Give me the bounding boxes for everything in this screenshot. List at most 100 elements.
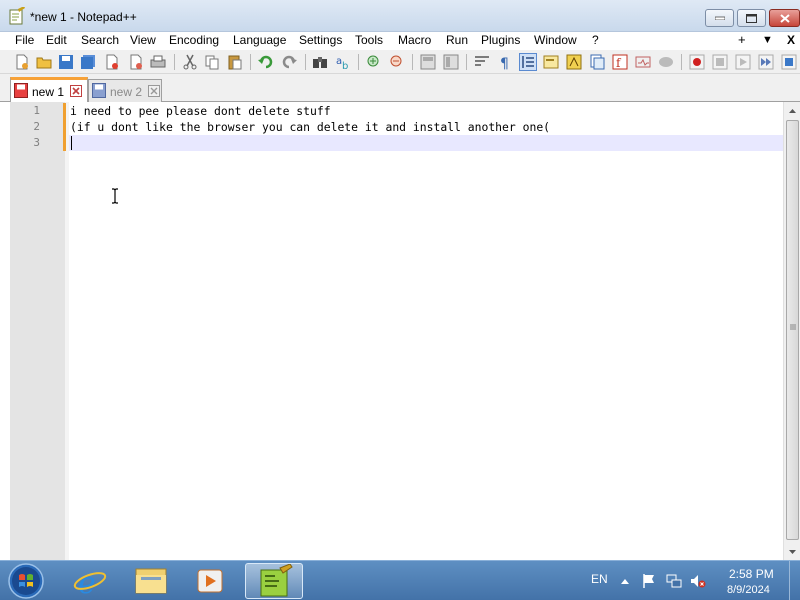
macro-run-multiple-icon[interactable] — [758, 54, 774, 70]
menu-plugins[interactable]: Plugins — [481, 33, 520, 47]
change-history-marker — [63, 135, 66, 151]
toolbar-separator — [681, 54, 682, 70]
arrow-down-icon — [789, 549, 796, 554]
menu-encoding[interactable]: Encoding — [169, 33, 219, 47]
close-tab-icon[interactable] — [70, 85, 82, 97]
svg-text:e: e — [78, 566, 96, 599]
show-all-characters-icon[interactable]: ¶ — [497, 54, 513, 70]
menu-file[interactable]: File — [15, 33, 34, 47]
redo-icon[interactable] — [281, 54, 297, 70]
paste-icon[interactable] — [227, 54, 243, 70]
toolbar-separator — [174, 54, 175, 70]
scroll-up-button[interactable] — [784, 102, 800, 119]
menu-run[interactable]: Run — [446, 33, 468, 47]
print-icon[interactable] — [150, 54, 166, 70]
menu-settings[interactable]: Settings — [299, 33, 342, 47]
macro-record-icon[interactable] — [689, 54, 705, 70]
sync-horizontal-icon[interactable] — [443, 54, 459, 70]
replace-icon[interactable]: ab — [335, 54, 351, 70]
undo-icon[interactable] — [258, 54, 274, 70]
text-editor[interactable]: 1 2 3 i need to pee please dont delete s… — [10, 102, 800, 560]
code-line[interactable]: (if u dont like the browser you can dele… — [70, 119, 550, 135]
network-icon[interactable] — [666, 573, 682, 589]
tab-label: new 2 — [110, 85, 143, 99]
monitoring-icon[interactable] — [635, 54, 651, 70]
macro-save-icon[interactable] — [781, 54, 797, 70]
comment-icon[interactable] — [658, 54, 674, 70]
close-button[interactable] — [769, 9, 800, 27]
close-file-icon[interactable] — [104, 54, 120, 70]
media-player-taskbar-icon[interactable] — [182, 563, 240, 599]
new-tab-plus-button[interactable]: + — [738, 32, 746, 47]
close-tab-icon[interactable] — [148, 85, 160, 97]
cut-icon[interactable] — [182, 54, 198, 70]
toolbar-separator — [250, 54, 251, 70]
find-icon[interactable] — [312, 54, 328, 70]
window-title: *new 1 - Notepad++ — [30, 10, 137, 24]
zoom-out-icon[interactable] — [389, 54, 405, 70]
function-list-icon[interactable] — [589, 54, 605, 70]
clock-date[interactable]: 8/9/2024 — [727, 584, 770, 596]
open-file-icon[interactable] — [36, 54, 52, 70]
menu-macro[interactable]: Macro — [398, 33, 431, 47]
folder-as-workspace-icon[interactable]: f — [612, 54, 628, 70]
document-map-icon[interactable] — [566, 54, 582, 70]
indent-guide-icon[interactable] — [519, 53, 537, 71]
save-all-icon[interactable] — [80, 54, 96, 70]
input-language-indicator[interactable]: EN — [591, 572, 608, 586]
menu-tools[interactable]: Tools — [355, 33, 383, 47]
start-button[interactable] — [6, 562, 46, 600]
maximize-button[interactable] — [737, 9, 766, 27]
tab-new-2[interactable]: new 2 — [88, 79, 162, 102]
notepadpp-taskbar-button[interactable] — [245, 563, 303, 599]
toolbar-separator — [305, 54, 306, 70]
sync-vertical-icon[interactable] — [420, 54, 436, 70]
new-file-icon[interactable] — [14, 54, 30, 70]
close-document-button[interactable]: X — [787, 33, 795, 47]
close-all-icon[interactable] — [128, 54, 144, 70]
toolbar: ab ¶ f — [0, 50, 800, 74]
volume-muted-icon[interactable] — [690, 573, 706, 589]
internet-explorer-taskbar-icon[interactable]: e — [62, 563, 120, 599]
minimize-icon — [714, 16, 725, 20]
action-center-flag-icon[interactable] — [641, 573, 657, 589]
close-icon — [779, 13, 790, 23]
tab-list-dropdown-button[interactable]: ▼ — [762, 34, 773, 46]
scroll-down-button[interactable] — [784, 543, 800, 560]
line-number-gutter — [10, 102, 65, 560]
svg-text:b: b — [342, 61, 348, 70]
text-caret — [71, 136, 72, 150]
menu-language[interactable]: Language — [233, 33, 286, 47]
line-number: 2 — [33, 120, 40, 133]
minimize-button[interactable] — [705, 9, 734, 27]
taskbar: e EN 2:58 PM 8/9/2024 — [0, 560, 800, 600]
menu-view[interactable]: View — [130, 33, 156, 47]
zoom-in-icon[interactable] — [366, 54, 382, 70]
change-history-marker — [63, 119, 66, 135]
word-wrap-icon[interactable] — [474, 54, 490, 70]
code-line[interactable]: i need to pee please dont delete stuff — [70, 103, 331, 119]
fold-margin[interactable] — [65, 102, 69, 560]
show-desktop-button[interactable] — [789, 561, 800, 600]
file-explorer-taskbar-icon[interactable] — [122, 563, 180, 599]
menu-window[interactable]: Window — [534, 33, 577, 47]
macro-stop-icon[interactable] — [712, 54, 728, 70]
saved-file-icon — [92, 83, 106, 98]
tab-new-1[interactable]: new 1 — [10, 77, 88, 102]
show-hidden-icons-icon[interactable] — [620, 573, 630, 589]
vertical-scrollbar[interactable] — [783, 102, 800, 560]
menu-edit[interactable]: Edit — [46, 33, 67, 47]
menu-search[interactable]: Search — [81, 33, 119, 47]
copy-icon[interactable] — [204, 54, 220, 70]
clock-time[interactable]: 2:58 PM — [729, 567, 774, 581]
grip-icon — [790, 324, 796, 330]
scroll-thumb[interactable] — [786, 120, 799, 540]
menu-help[interactable]: ? — [592, 33, 599, 47]
text-cursor-icon — [112, 188, 118, 204]
toolbar-separator — [412, 54, 413, 70]
macro-play-icon[interactable] — [735, 54, 751, 70]
arrow-up-icon — [789, 108, 796, 113]
maximize-icon — [746, 13, 757, 23]
user-defined-language-icon[interactable] — [543, 54, 559, 70]
save-icon[interactable] — [58, 54, 74, 70]
